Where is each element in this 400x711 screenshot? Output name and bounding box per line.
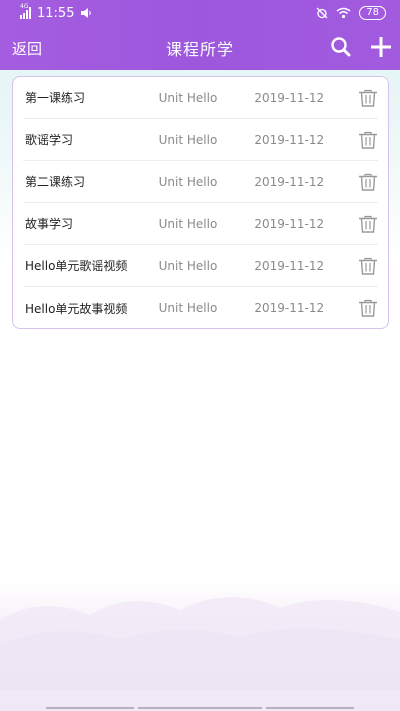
lesson-unit: Unit Hello [158,301,218,315]
lesson-name: 第二课练习 [25,175,86,189]
lesson-name: 歌谣学习 [25,133,74,147]
lesson-name: 故事学习 [25,217,74,231]
lesson-name: Hello单元故事视频 [25,301,128,316]
search-icon[interactable] [328,34,354,60]
nav-indicator-middle [138,707,262,709]
lesson-date: 2019-11-12 [254,216,325,231]
lesson-row[interactable]: 第二课练习 Unit Hello 2019-11-12 [23,161,378,203]
lesson-row[interactable]: Hello单元歌谣视频 Unit Hello 2019-11-12 [23,245,378,287]
lesson-unit: Unit Hello [158,258,218,273]
nav-indicator-left [46,707,134,709]
battery-indicator: 78 [359,6,386,20]
title-bar: 返回 课程所学 [0,26,400,70]
status-left: 4G 11:55 [20,3,92,21]
delete-button[interactable] [348,299,378,317]
speaker-icon [81,8,92,18]
clock: 11:55 [37,5,75,21]
lesson-name: 第一课练习 [25,91,86,105]
lesson-date: 2019-11-12 [254,174,325,189]
status-bar: 4G 11:55 78 [0,0,400,26]
lesson-unit: Unit Hello [158,174,218,189]
lesson-date: 2019-11-12 [254,90,325,105]
lesson-name: Hello单元歌谣视频 [25,259,128,273]
lesson-list: 第一课练习 Unit Hello 2019-11-12 歌谣学习 Unit He… [12,76,389,329]
background-cloud-decoration [0,596,400,690]
delete-button[interactable] [348,257,378,275]
signal-icon: 4G [20,3,31,19]
lesson-date: 2019-11-12 [254,301,325,315]
trash-icon [359,215,378,233]
trash-icon [359,299,378,317]
delete-button[interactable] [348,131,378,149]
lesson-date: 2019-11-12 [254,132,325,147]
nav-indicator-right [266,707,354,709]
trash-icon [359,89,378,107]
lesson-date: 2019-11-12 [254,258,325,273]
plus-icon[interactable] [368,34,394,60]
lesson-row[interactable]: Hello单元故事视频 Unit Hello 2019-11-12 [23,287,378,329]
lesson-row[interactable]: 故事学习 Unit Hello 2019-11-12 [23,203,378,245]
trash-icon [359,131,378,149]
lesson-unit: Unit Hello [158,132,218,147]
lesson-unit: Unit Hello [158,90,218,105]
status-right: 78 [316,6,386,20]
trash-icon [359,257,378,275]
delete-button[interactable] [348,173,378,191]
alarm-off-icon [316,7,328,19]
app-header: 4G 11:55 78 返回 课程所学 [0,0,400,70]
delete-button[interactable] [348,89,378,107]
network-type: 4G [20,3,29,10]
wifi-icon [336,7,351,19]
trash-icon [359,173,378,191]
lesson-row[interactable]: 歌谣学习 Unit Hello 2019-11-12 [23,119,378,161]
delete-button[interactable] [348,215,378,233]
lesson-row[interactable]: 第一课练习 Unit Hello 2019-11-12 [23,77,378,119]
lesson-unit: Unit Hello [158,216,218,231]
back-button[interactable]: 返回 [12,38,42,59]
